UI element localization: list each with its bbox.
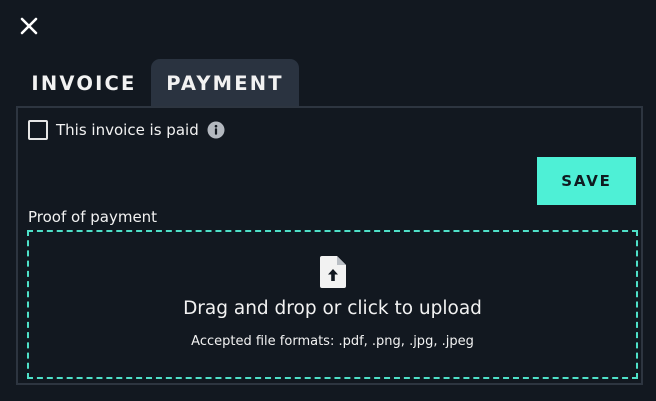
close-icon xyxy=(20,17,38,35)
tab-bar: INVOICE PAYMENT xyxy=(17,59,299,107)
upload-formats: Accepted file formats: .pdf, .png, .jpg,… xyxy=(191,334,474,349)
payment-panel: This invoice is paid SAVE Proof of payme… xyxy=(16,106,643,385)
paid-checkbox[interactable] xyxy=(28,120,48,140)
tab-invoice[interactable]: INVOICE xyxy=(17,59,151,107)
tab-payment[interactable]: PAYMENT xyxy=(151,59,299,107)
upload-title: Drag and drop or click to upload xyxy=(183,298,482,319)
proof-of-payment-label: Proof of payment xyxy=(28,208,158,226)
paid-checkbox-row: This invoice is paid xyxy=(28,120,225,140)
info-icon[interactable] xyxy=(207,121,225,139)
save-button[interactable]: SAVE xyxy=(537,157,636,205)
close-button[interactable] xyxy=(18,15,40,37)
paid-checkbox-label[interactable]: This invoice is paid xyxy=(56,120,199,140)
file-upload-icon xyxy=(320,256,346,288)
upload-dropzone[interactable]: Drag and drop or click to upload Accepte… xyxy=(27,230,638,379)
